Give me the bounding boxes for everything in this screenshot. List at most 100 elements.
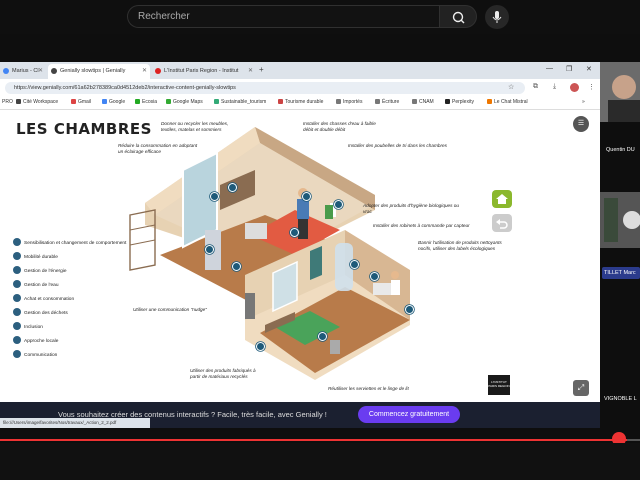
bookmark-label: Perplexity [452,99,474,105]
video-progress-bar[interactable] [0,439,640,441]
bookmark-4[interactable]: Ecosia [135,99,157,105]
gmail-icon [71,99,76,104]
bookmark-7[interactable]: Tourisme durable [278,99,323,105]
close-icon[interactable]: ✕ [248,67,253,74]
minimize-icon[interactable]: — [546,65,553,72]
hotspot-bathroom[interactable] [290,228,299,237]
profile-avatar[interactable] [570,83,579,92]
more-icon[interactable]: ⋮ [588,83,595,91]
tab-1[interactable]: Genially slowtips | Genially ✕ [48,64,150,79]
participant-tile-1[interactable] [600,192,640,248]
participant-video [600,62,640,122]
hotspot-sorting-bins[interactable] [334,200,343,209]
bookmark-9[interactable]: Écriture [375,99,399,105]
hotspot-sensor-tap[interactable] [370,272,379,281]
hotspot-towels[interactable] [318,332,327,341]
hotspot-recycled[interactable] [256,342,265,351]
participant-name-1: TILLET Marc [604,270,636,276]
perplexity-icon [445,99,450,104]
annotation-10: Réutiliser les serviettes et le linge de… [328,386,409,391]
annotation-3: Installer des chasses d'eau à faible déb… [303,121,376,132]
tab-favicon-icon [3,68,9,74]
hotspot-furniture[interactable] [228,183,237,192]
bookmark-label: Tourisme durable [285,99,324,105]
bookmark-label: Ecosia [142,99,158,105]
youtube-header: Rechercher [0,0,640,34]
folder-icon [375,99,380,104]
ecosia-icon [135,99,140,104]
participant-video [600,192,640,248]
legend-label: Mobilité durable [24,255,58,260]
legend-label: Achat et consommation [24,297,75,302]
bookmark-label: Écriture [382,99,400,105]
undo-icon [496,219,508,229]
bookmark-label: Sustainable_tourism [221,99,267,105]
bookmark-icon [278,99,283,104]
close-icon[interactable]: ✕ [142,67,147,74]
address-bar: https://view.genially.com/61a62b278389ca… [0,79,600,96]
search-button[interactable] [439,5,477,28]
folder-icon [336,99,341,104]
participant-name-0: Quentin DU [606,147,635,153]
back-button[interactable] [492,214,512,232]
hotspot-flush[interactable] [302,192,311,201]
hotspot-door[interactable] [232,262,241,271]
hotspot-cleaning[interactable] [405,305,414,314]
tab-label: L'Institut Paris Region - Institut [164,68,239,74]
bookmark-label: Google [109,99,126,105]
bookmark-8[interactable]: Importés [336,99,362,105]
download-icon[interactable]: ⤓ [553,83,556,91]
legend-label: Approche locale [24,339,59,344]
star-icon[interactable]: ☆ [508,83,514,91]
home-button[interactable] [492,190,512,208]
bookmark-12[interactable]: Le Chat Mistral [487,99,528,105]
shopping-icon [13,294,21,302]
logo-text: L'INSTITUT PARIS REGION [488,380,510,388]
annotation-8: Utiliser une communication "nudge" [133,307,207,312]
bookmark-label: Google Maps [173,99,203,105]
maximize-icon[interactable]: ❐ [566,65,572,73]
energy-icon [13,266,21,274]
start-free-button[interactable]: Commencez gratuitement [358,406,460,423]
legend-label: Sensibilisation et changement de comport… [24,241,127,246]
url-field[interactable]: https://view.genially.com/61a62b278389ca… [5,82,525,94]
bookmark-0[interactable]: PRO [2,99,13,105]
search-icon [452,11,465,24]
search-input[interactable]: Rechercher [127,5,439,28]
legend-item-7: Approche locale [13,336,58,346]
tab-favicon-icon [51,68,57,74]
bookmark-6[interactable]: Sustainable_tourism [214,99,266,105]
legend-label: Gestion de l'énergie [24,269,67,274]
fullscreen-button[interactable]: ⤢ [573,380,589,396]
new-tab-button[interactable]: + [259,65,264,74]
tab-0[interactable]: Marius - Cl ✕ [0,64,46,79]
participant-tile-0[interactable] [600,62,640,122]
bookmark-3[interactable]: Google [102,99,125,105]
close-icon[interactable]: ✕ [38,67,43,74]
progress-fill [0,439,628,441]
hotspot-hygiene[interactable] [350,260,359,269]
legend-item-0: Sensibilisation et changement de comport… [13,238,126,248]
extensions-icon[interactable]: ⧉ [533,83,538,91]
annotation-5: Adopter des produits d'hygiène biologiqu… [363,203,460,214]
bookmark-10[interactable]: CNAM [412,99,434,105]
genially-menu-button[interactable]: ☰ [573,116,589,132]
close-window-icon[interactable]: ✕ [586,65,592,73]
bookmark-11[interactable]: Perplexity [445,99,474,105]
legend-item-4: Achat et consommation [13,294,74,304]
participant-name-2: VIGNOBLE L [604,396,637,402]
mistral-icon [487,99,492,104]
bookmark-icon [16,99,21,104]
hotspot-tv[interactable] [205,245,214,254]
tab-2[interactable]: L'Institut Paris Region - Institut ✕ [152,64,256,79]
bookmarks-more-icon[interactable]: » [582,99,585,105]
bookmark-label: CNAM [419,99,434,105]
bookmark-2[interactable]: Gmail [71,99,91,105]
hotspot-lighting[interactable] [210,192,219,201]
mic-button[interactable] [485,5,509,29]
legend-item-8: Communication [13,350,57,360]
bookmark-1[interactable]: Cité Workspace [16,99,58,105]
bookmark-5[interactable]: Google Maps [166,99,203,105]
legend-item-2: Gestion de l'énergie [13,266,67,276]
local-icon [13,336,21,344]
